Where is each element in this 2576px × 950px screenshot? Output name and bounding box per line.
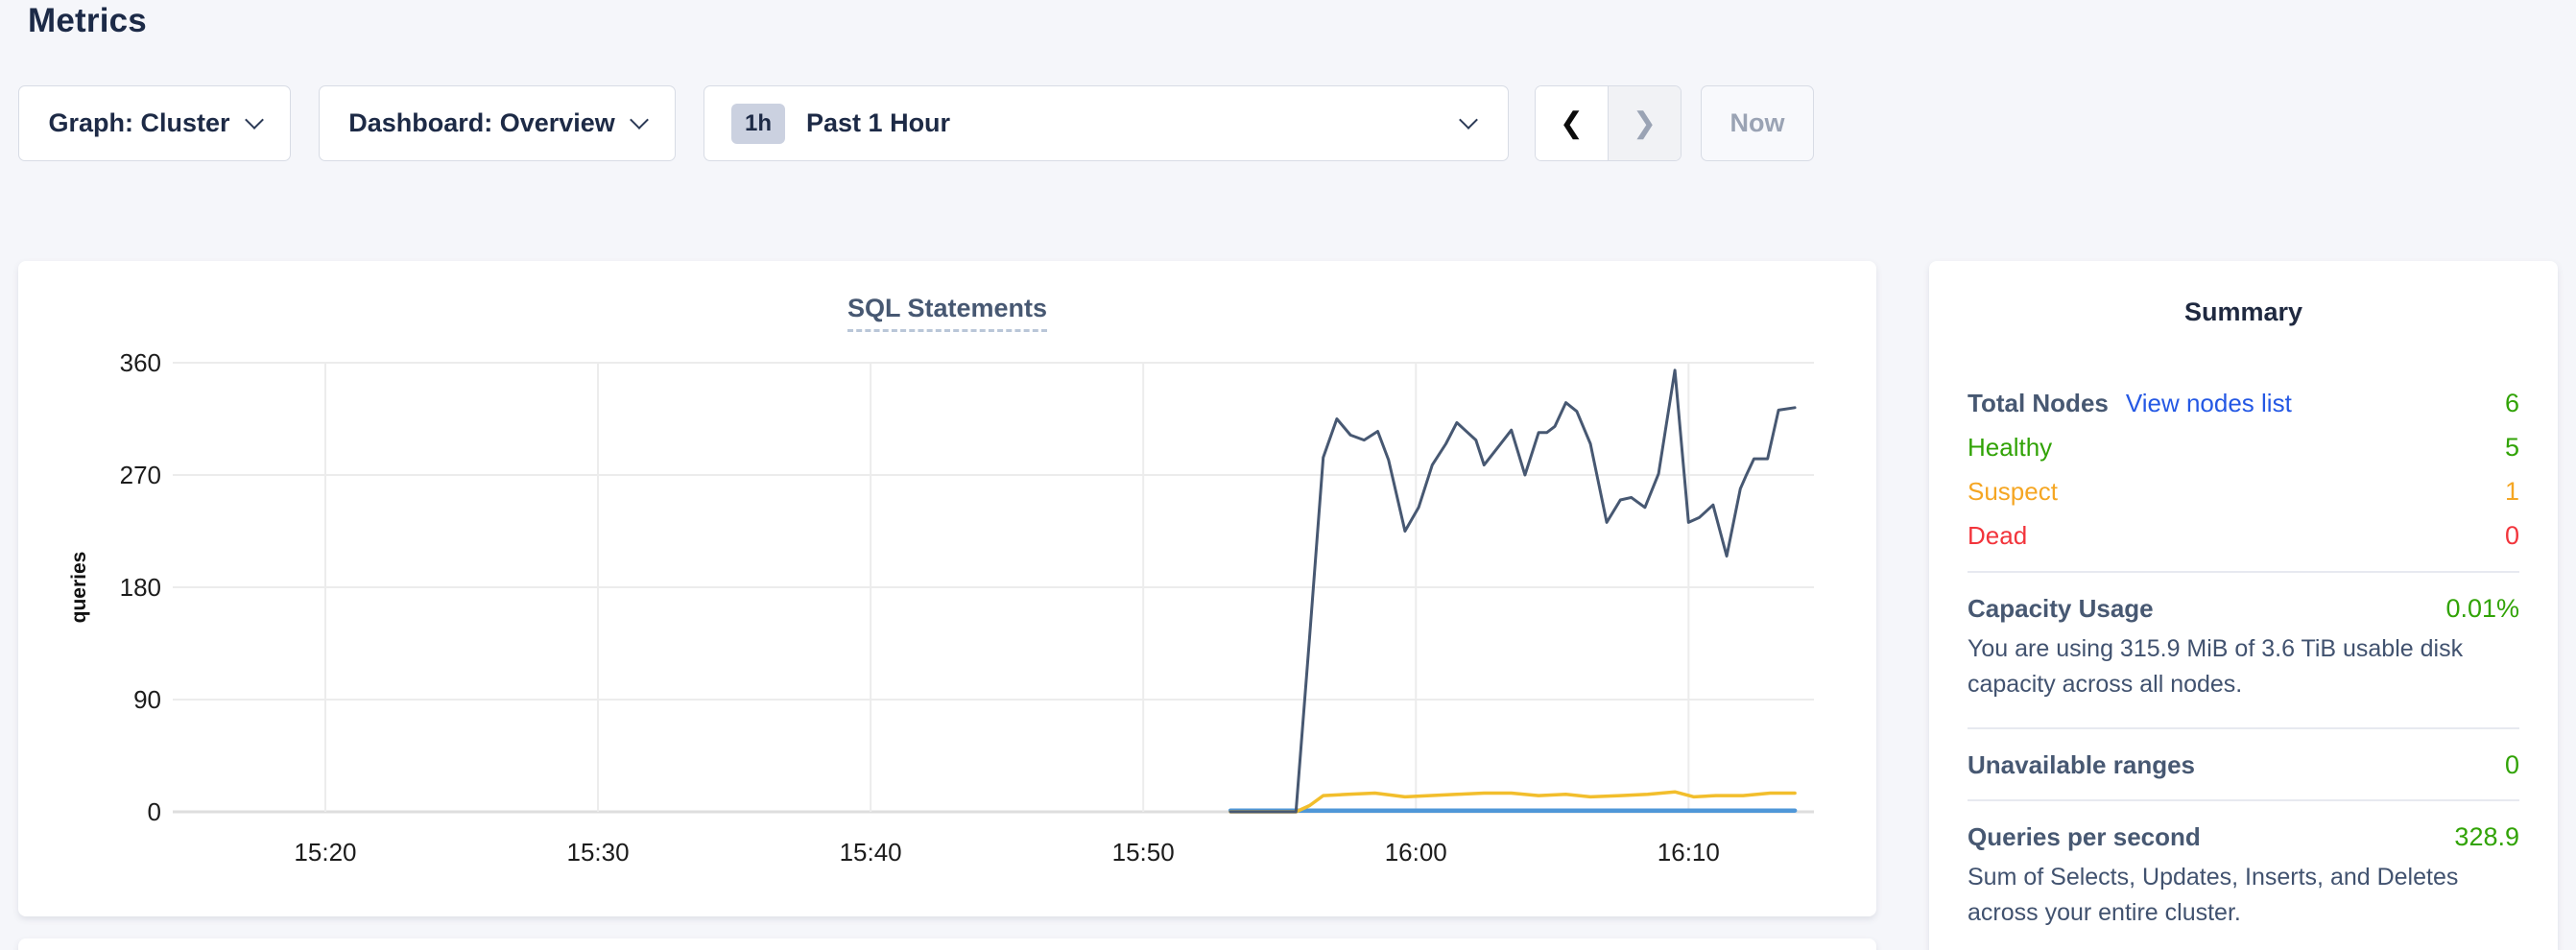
chevron-left-icon: ❮: [1560, 107, 1584, 140]
x-tick-label: 15:20: [294, 838, 356, 867]
x-tick-label: 15:40: [840, 838, 902, 867]
graph-dropdown[interactable]: Graph: Cluster: [18, 85, 291, 161]
queries-per-second-description: Sum of Selects, Updates, Inserts, and De…: [1968, 860, 2519, 931]
queries-per-second-row: Queries per second 328.9: [1968, 822, 2519, 852]
chevron-right-icon: ❯: [1633, 107, 1657, 140]
dead-value: 0: [2505, 521, 2519, 551]
healthy-label: Healthy: [1968, 433, 2052, 463]
queries-per-second-value: 328.9: [2454, 822, 2519, 852]
capacity-usage-row: Capacity Usage 0.01%: [1968, 594, 2519, 624]
metrics-page: Metrics Graph: Cluster Dashboard: Overvi…: [0, 0, 2576, 950]
unavailable-ranges-label: Unavailable ranges: [1968, 750, 2195, 780]
chevron-down-icon: [630, 110, 649, 130]
capacity-usage-description: You are using 315.9 MiB of 3.6 TiB usabl…: [1968, 631, 2519, 702]
x-tick-label: 15:50: [1112, 838, 1175, 867]
y-tick-label: 270: [120, 461, 161, 489]
time-range-label: Past 1 Hour: [806, 108, 950, 138]
time-range-badge: 1h: [731, 104, 785, 144]
node-status-rows: Total Nodes View nodes list 6 Healthy 5 …: [1968, 381, 2519, 558]
sql-statements-chart-card: SQL Statements 0 90 180 270 360 15:20 15:30 15:…: [18, 261, 1876, 916]
y-tick-label: 180: [120, 573, 161, 602]
time-range-dropdown[interactable]: 1h Past 1 Hour: [704, 85, 1509, 161]
summary-panel: Summary Total Nodes View nodes list 6 He…: [1929, 261, 2558, 950]
capacity-usage-label: Capacity Usage: [1968, 594, 2154, 624]
dashboard-dropdown[interactable]: Dashboard: Overview: [319, 85, 676, 161]
queries-per-second-label: Queries per second: [1968, 822, 2201, 852]
chart-title[interactable]: SQL Statements: [847, 294, 1047, 332]
series-dark-slate-line: [1230, 370, 1795, 812]
y-tick-label: 0: [148, 797, 161, 826]
page-title: Metrics: [28, 2, 147, 40]
total-nodes-row: Total Nodes View nodes list 6: [1968, 381, 2519, 425]
sql-statements-chart[interactable]: 0 90 180 270 360 15:20 15:30 15:40 15:50 16:00 16:…: [18, 343, 1876, 894]
healthy-value: 5: [2505, 433, 2519, 463]
suspect-nodes-row: Suspect 1: [1968, 469, 2519, 513]
capacity-usage-value: 0.01%: [2445, 594, 2519, 624]
suspect-label: Suspect: [1968, 477, 2058, 507]
time-next-button[interactable]: ❯: [1608, 86, 1681, 160]
x-tick-label: 15:30: [567, 838, 630, 867]
unavailable-ranges-row: Unavailable ranges 0: [1968, 750, 2519, 780]
dashboard-dropdown-label: Dashboard: Overview: [348, 108, 615, 138]
divider: [1968, 571, 2519, 573]
divider: [1968, 799, 2519, 801]
y-tick-label: 360: [120, 348, 161, 377]
view-nodes-link[interactable]: View nodes list: [2126, 389, 2292, 418]
y-axis-title: queries: [68, 552, 90, 624]
time-prev-button[interactable]: ❮: [1536, 86, 1608, 160]
healthy-nodes-row: Healthy 5: [1968, 425, 2519, 469]
total-nodes-value: 6: [2505, 389, 2519, 418]
dead-label: Dead: [1968, 521, 2027, 551]
unavailable-ranges-value: 0: [2505, 750, 2519, 780]
toolbar: Graph: Cluster Dashboard: Overview 1h Pa…: [18, 85, 1814, 161]
total-nodes-label: Total Nodes: [1968, 389, 2109, 418]
x-tick-label: 16:00: [1385, 838, 1447, 867]
chevron-down-icon: [1459, 110, 1478, 130]
divider: [1968, 727, 2519, 729]
y-tick-label: 90: [133, 685, 161, 714]
dead-nodes-row: Dead 0: [1968, 513, 2519, 558]
time-pager: ❮ ❯: [1535, 85, 1682, 161]
next-chart-card-sliver: [18, 938, 1876, 950]
suspect-value: 1: [2505, 477, 2519, 507]
chevron-down-icon: [245, 110, 264, 130]
x-tick-label: 16:10: [1658, 838, 1720, 867]
summary-title: Summary: [1968, 261, 2519, 327]
now-button[interactable]: Now: [1701, 85, 1814, 161]
graph-dropdown-label: Graph: Cluster: [48, 108, 229, 138]
